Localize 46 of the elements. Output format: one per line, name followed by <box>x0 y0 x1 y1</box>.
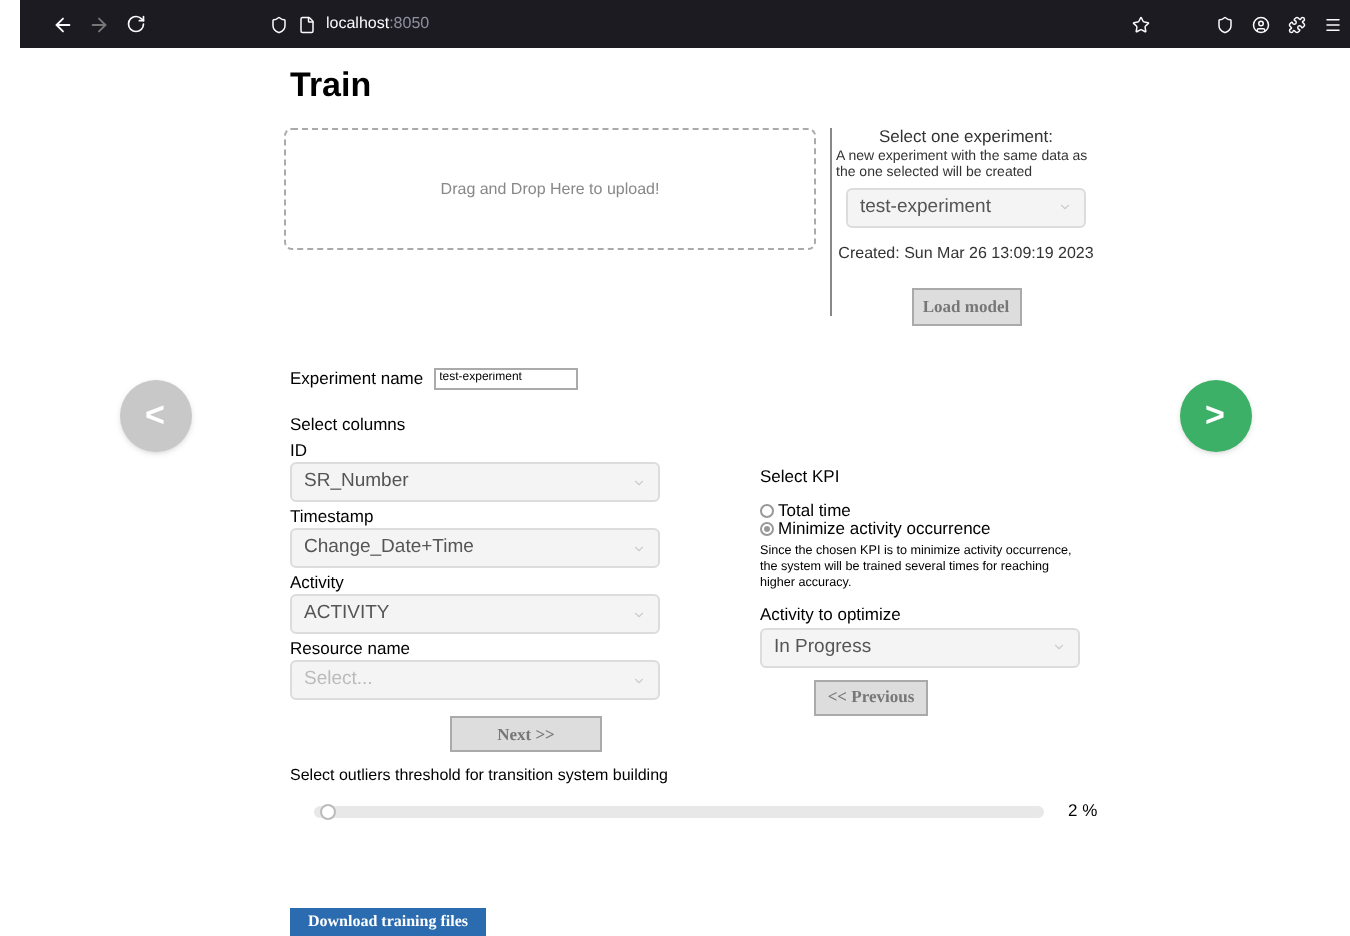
column-dropdown[interactable]: Change_Date+Time <box>290 528 660 569</box>
menu-icon[interactable] <box>1324 15 1342 33</box>
bookmark-star-icon[interactable] <box>1132 15 1150 33</box>
radio-label: Total time <box>778 502 851 520</box>
reload-icon[interactable] <box>126 14 146 34</box>
radio-button[interactable] <box>760 522 774 536</box>
activity-label: Activity to optimize <box>760 602 903 628</box>
back-icon[interactable] <box>52 13 74 35</box>
chevron-down-icon <box>632 475 646 490</box>
upload-dropzone[interactable]: Drag and Drop Here to upload! <box>284 128 816 250</box>
field-label: Timestamp <box>290 506 376 529</box>
account-icon[interactable] <box>1252 15 1270 33</box>
field-label: ID <box>290 440 309 463</box>
experiment-name-label: Experiment name <box>290 365 424 391</box>
radio-label: Minimize activity occurrence <box>778 520 991 538</box>
page-title: Train <box>290 64 374 108</box>
threshold-label: Select outliers threshold for transition system building <box>290 764 670 789</box>
threshold-slider[interactable] <box>314 805 1044 818</box>
previous-button[interactable]: << Previous <box>814 679 928 716</box>
url-host: localhost <box>326 12 390 36</box>
download-button[interactable]: Download training files <box>290 908 486 936</box>
page-icon <box>298 15 316 33</box>
chevron-down-icon <box>632 607 646 622</box>
radio-button[interactable] <box>760 504 774 518</box>
threshold-reading: 2 % <box>1068 798 1098 824</box>
chevron-down-icon <box>632 673 646 688</box>
created-date: Created: Sun Mar 26 13:09:19 2023 <box>838 241 1094 266</box>
chevron-down-icon <box>1058 200 1072 215</box>
chevron-down-icon <box>632 541 646 556</box>
columns-heading: Select columns <box>290 411 408 437</box>
experiment-heading: Select one experiment: <box>879 124 1053 149</box>
url-port: :8050 <box>389 12 430 36</box>
experiment-dropdown[interactable]: test-experiment <box>846 187 1086 228</box>
next-page-button[interactable]: > <box>1179 380 1251 452</box>
next-button[interactable]: Next >> <box>450 716 602 753</box>
chevron-down-icon <box>1052 640 1066 655</box>
field-label: Activity <box>290 572 346 595</box>
column-dropdown[interactable]: SR_Number <box>290 462 660 503</box>
load-model-button[interactable]: Load model <box>911 287 1021 326</box>
field-label: Resource name <box>290 638 413 661</box>
kpi-heading: Select KPI <box>760 464 842 490</box>
column-dropdown[interactable]: ACTIVITY <box>290 594 660 635</box>
forward-icon[interactable] <box>88 13 110 35</box>
optimize-target-dropdown[interactable]: In Progress <box>760 627 1080 668</box>
shield-icon <box>270 15 288 33</box>
extensions-icon[interactable] <box>1288 15 1306 33</box>
